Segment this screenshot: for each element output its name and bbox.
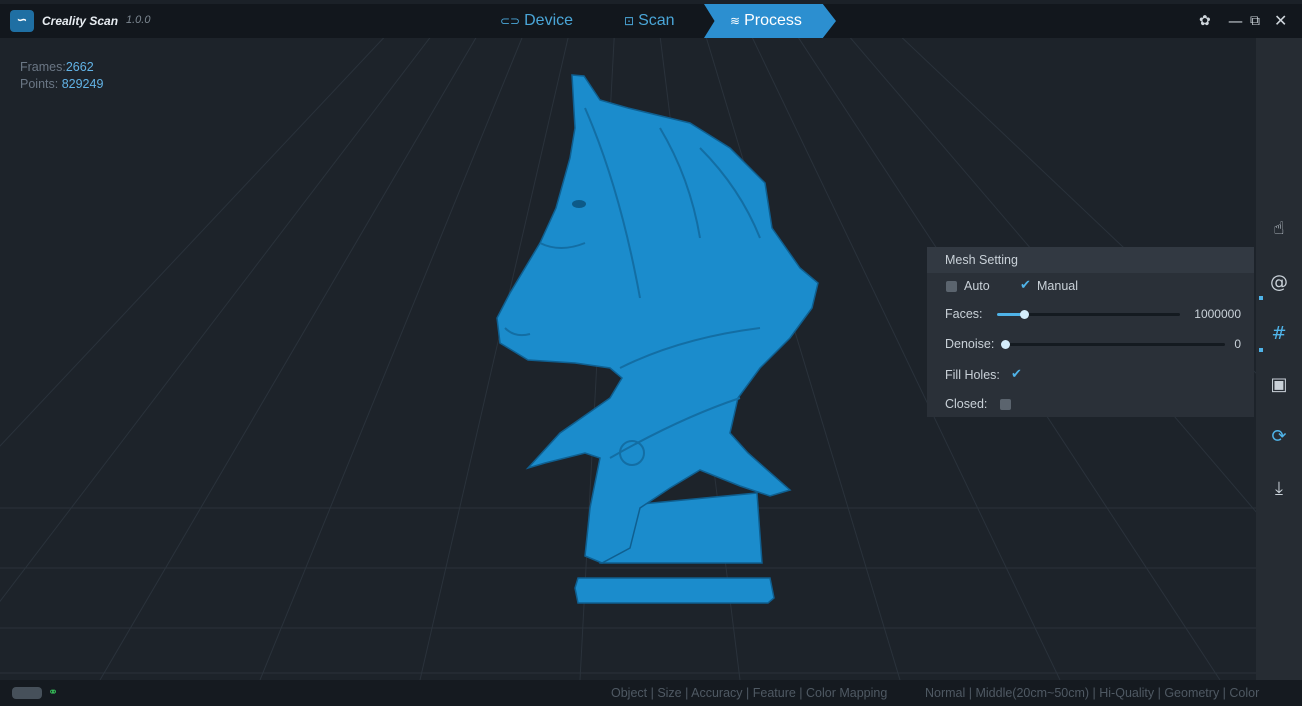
tab-scan[interactable]: ⊡ Scan	[624, 4, 675, 38]
faces-label: Faces:	[945, 307, 983, 321]
lasso-icon[interactable]: @	[1256, 268, 1302, 298]
creality-scan-window: ∽ Creality Scan 1.0.0 ⊂⊃ Device ⊡ Scan ≋ Pr…	[0, 0, 1302, 706]
manual-checkbox[interactable]	[1020, 278, 1031, 293]
tab-process-label: Process	[744, 12, 802, 29]
tool-sidebar: ☝ @ # ▣ ⟳ ⤓	[1256, 38, 1302, 680]
closed-label: Closed:	[945, 397, 988, 411]
download-icon[interactable]: ⤓	[1256, 474, 1302, 504]
denoise-label: Denoise:	[945, 337, 995, 351]
faces-value: 1000000	[1194, 307, 1241, 321]
restore-button[interactable]: ⧉	[1250, 4, 1260, 38]
tool-corner-marker	[1259, 296, 1263, 300]
texture-image-icon[interactable]: ▣	[1256, 370, 1302, 400]
faces-slider-handle[interactable]	[1020, 310, 1030, 319]
mesh-setting-header: Mesh Setting	[927, 247, 1254, 273]
fill-holes-label: Fill Holes:	[945, 368, 1000, 382]
fill-holes-checkbox[interactable]	[1011, 367, 1022, 382]
creality-logo-icon: ∽	[10, 10, 34, 32]
close-button[interactable]: ✕	[1274, 4, 1287, 38]
auto-checkbox[interactable]	[946, 281, 957, 292]
faces-slider[interactable]	[997, 310, 1180, 319]
tool-corner-marker	[1259, 348, 1263, 352]
minimize-button[interactable]: —	[1228, 4, 1243, 38]
tab-process[interactable]: ≋ Process	[704, 4, 836, 38]
app-title: Creality Scan	[42, 14, 119, 28]
layers-icon: ≋	[730, 14, 741, 28]
denoise-slider-handle[interactable]	[1001, 340, 1010, 349]
tab-device[interactable]: ⊂⊃ Device	[500, 4, 573, 38]
settings-gear-icon[interactable]: ✿	[1199, 4, 1211, 38]
mesh-setting-panel: Mesh Setting Auto Manual Faces: 1000000 …	[927, 247, 1254, 417]
app-version: 1.0.0	[126, 14, 151, 26]
mesh-grid-icon[interactable]: #	[1256, 319, 1302, 349]
auto-label: Auto	[964, 279, 990, 293]
manual-label: Manual	[1037, 279, 1078, 293]
device-icon: ⊂⊃	[500, 14, 521, 28]
title-bar: ∽ Creality Scan 1.0.0 ⊂⊃ Device ⊡ Scan ≋ Pr…	[0, 4, 1302, 38]
mesh-setting-title: Mesh Setting	[945, 253, 1018, 267]
tab-device-label: Device	[524, 12, 574, 29]
scan-params-values: Normal | Middle(20cm~50cm) | Hi-Quality …	[925, 686, 1260, 700]
hand-pointer-icon[interactable]: ☝	[1256, 214, 1302, 244]
status-bar: ⚭ Object | Size | Accuracy | Feature | C…	[0, 680, 1302, 706]
denoise-value: 0	[1234, 337, 1241, 351]
scanner-device-icon[interactable]	[12, 687, 42, 699]
scan-icon: ⊡	[624, 14, 635, 28]
refresh-icon[interactable]: ⟳	[1256, 422, 1302, 452]
connection-link-icon: ⚭	[48, 685, 59, 699]
scan-params-labels: Object | Size | Accuracy | Feature | Col…	[611, 686, 888, 700]
closed-checkbox[interactable]	[1000, 399, 1011, 410]
denoise-slider[interactable]	[1001, 340, 1225, 349]
tab-scan-label: Scan	[638, 12, 675, 29]
